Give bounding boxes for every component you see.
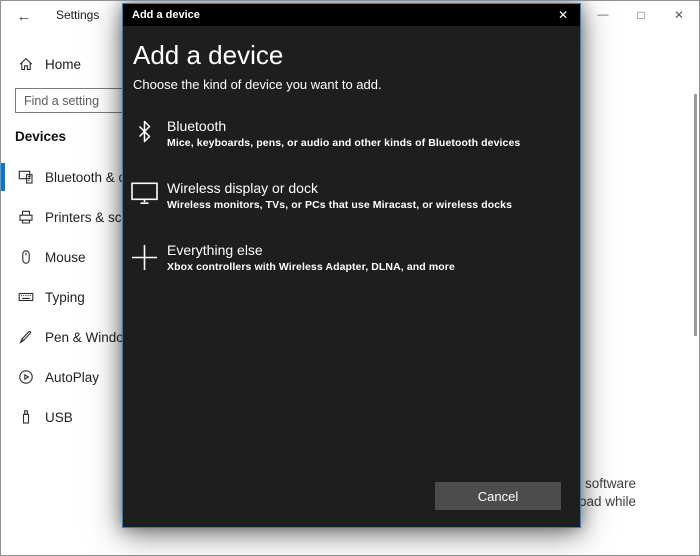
pen-icon (18, 329, 34, 345)
option-title: Everything else (167, 242, 455, 258)
add-device-dialog: Add a device ✕ Add a device Choose the k… (122, 3, 581, 528)
settings-window: ← Settings — □ ✕ Home Devices Bluetooth … (0, 0, 700, 556)
bluetooth-icon (129, 118, 159, 149)
maximize-button[interactable]: □ (622, 1, 660, 29)
usb-icon (18, 409, 34, 425)
home-icon (18, 56, 34, 72)
window-title: Settings (56, 8, 99, 22)
minimize-button[interactable]: — (584, 1, 622, 29)
dialog-title: Add a device (132, 9, 200, 21)
sidebar-item-label: Home (45, 57, 81, 72)
option-bluetooth[interactable]: Bluetooth Mice, keyboards, pens, or audi… (129, 118, 559, 149)
keyboard-icon (18, 289, 34, 305)
close-button[interactable]: ✕ (660, 1, 698, 29)
sidebar-item-label: Typing (45, 290, 85, 305)
dialog-titlebar: Add a device ✕ (123, 4, 580, 26)
autoplay-icon (18, 369, 34, 385)
background-text-fragment: oad while (579, 494, 636, 509)
printer-icon (18, 209, 34, 225)
dialog-heading: Add a device (133, 40, 283, 71)
devices-section-heading: Devices (15, 129, 66, 144)
dialog-close-icon[interactable]: ✕ (546, 4, 580, 26)
window-controls: — □ ✕ (584, 1, 698, 29)
back-button[interactable]: ← (11, 4, 37, 28)
option-description: Xbox controllers with Wireless Adapter, … (167, 261, 455, 273)
option-everything-else[interactable]: Everything else Xbox controllers with Wi… (129, 242, 559, 273)
sidebar-item-label: Mouse (45, 250, 86, 265)
background-text-fragment: software (585, 476, 636, 491)
bluetooth-devices-icon (18, 169, 34, 185)
option-wireless-display[interactable]: Wireless display or dock Wireless monito… (129, 180, 559, 211)
dialog-subtitle: Choose the kind of device you want to ad… (133, 77, 382, 92)
option-title: Bluetooth (167, 118, 520, 134)
sidebar-item-label: AutoPlay (45, 370, 99, 385)
sidebar-item-home[interactable]: Home (1, 51, 81, 77)
scrollbar-thumb[interactable] (694, 94, 697, 336)
plus-icon (129, 242, 159, 273)
mouse-icon (18, 249, 34, 265)
sidebar-item-label: USB (45, 410, 73, 425)
option-title: Wireless display or dock (167, 180, 512, 196)
wireless-display-icon (129, 180, 159, 211)
cancel-button[interactable]: Cancel (435, 482, 561, 510)
option-description: Mice, keyboards, pens, or audio and othe… (167, 137, 520, 149)
option-description: Wireless monitors, TVs, or PCs that use … (167, 199, 512, 211)
